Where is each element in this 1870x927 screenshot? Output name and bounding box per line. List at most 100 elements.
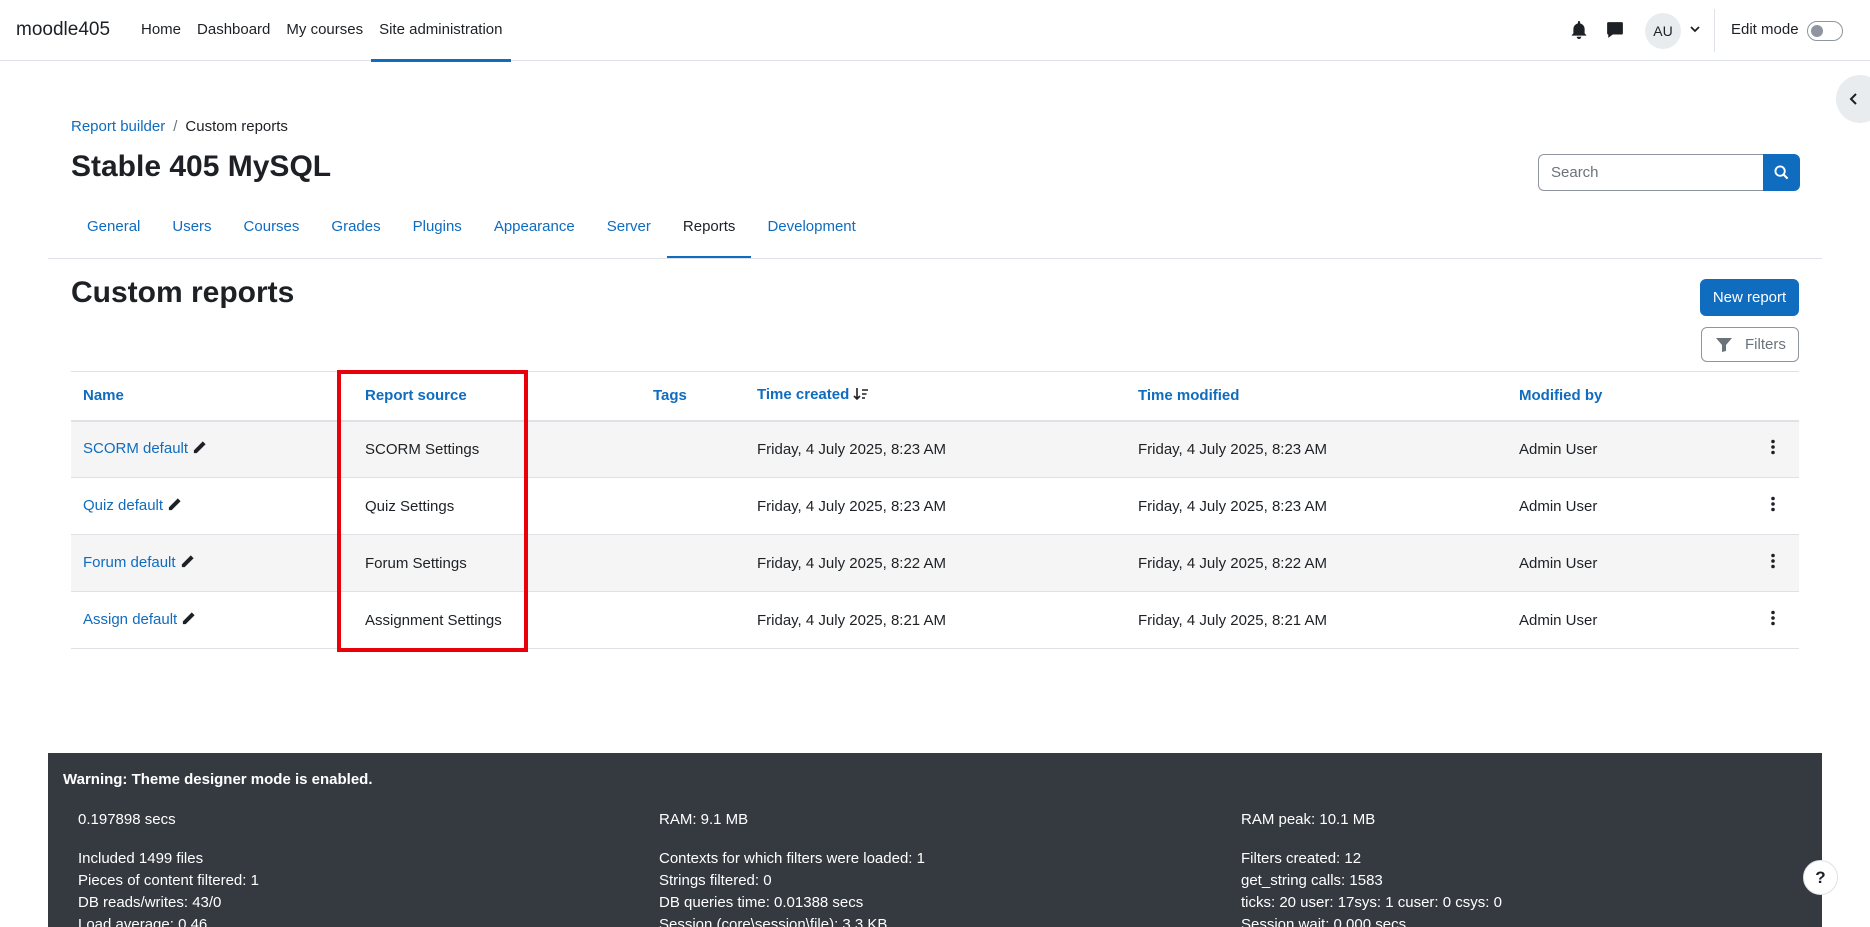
- actions-menu-kebab-icon[interactable]: [1763, 553, 1783, 573]
- user-avatar[interactable]: AU: [1645, 13, 1681, 49]
- actions-menu-kebab-icon[interactable]: [1763, 496, 1783, 516]
- tab-users[interactable]: Users: [156, 210, 227, 259]
- perf-ram-peak: RAM peak: 10.1 MB: [1241, 811, 1376, 828]
- chevron-down-icon[interactable]: [1688, 22, 1702, 36]
- cell-time-modified: Friday, 4 July 2025, 8:21 AM: [1126, 591, 1507, 649]
- edit-pencil-icon[interactable]: [167, 497, 182, 516]
- cell-actions: [1751, 534, 1799, 592]
- tab-appearance[interactable]: Appearance: [478, 210, 591, 259]
- edit-mode-toggle[interactable]: [1807, 21, 1843, 41]
- tab-grades[interactable]: Grades: [315, 210, 396, 259]
- filter-icon: [1716, 338, 1732, 352]
- tab-general[interactable]: General: [71, 210, 156, 259]
- perf-db-reads-writes: DB reads/writes: 43/0: [78, 894, 222, 911]
- messages-chat-icon[interactable]: [1606, 21, 1624, 39]
- report-source-highlight-box: [337, 370, 528, 652]
- perf-contexts-loaded: Contexts for which filters were loaded: …: [659, 850, 925, 867]
- nav-home[interactable]: Home: [133, 0, 189, 61]
- cell-time-modified: Friday, 4 July 2025, 8:23 AM: [1126, 420, 1507, 478]
- report-name-link[interactable]: Quiz default: [83, 497, 163, 514]
- nav-site-administration[interactable]: Site administration: [371, 0, 511, 62]
- column-header-name[interactable]: Name: [71, 371, 353, 422]
- footer-column-1: 0.197898 secs Included 1499 files Pieces…: [78, 809, 259, 927]
- tab-development[interactable]: Development: [751, 210, 871, 259]
- admin-search: [1538, 154, 1800, 191]
- breadcrumb-custom-reports: Custom reports: [185, 118, 288, 135]
- edit-pencil-icon[interactable]: [192, 440, 207, 459]
- column-time-modified-label: Time modified: [1138, 387, 1240, 405]
- report-name-link[interactable]: Assign default: [83, 611, 177, 628]
- secondary-navigation: General Users Courses Grades Plugins App…: [71, 210, 872, 259]
- column-header-time-created[interactable]: Time created: [745, 371, 1126, 422]
- new-report-button[interactable]: New report: [1700, 279, 1799, 316]
- column-header-modified-by[interactable]: Modified by: [1507, 371, 1751, 422]
- cell-time-created: Friday, 4 July 2025, 8:23 AM: [745, 420, 1126, 478]
- page-heading: Custom reports: [71, 276, 295, 309]
- cell-time-created: Friday, 4 July 2025, 8:22 AM: [745, 534, 1126, 592]
- perf-ticks: ticks: 20 user: 17sys: 1 cuser: 0 csys: …: [1241, 894, 1502, 911]
- edit-mode-label: Edit mode: [1731, 21, 1799, 38]
- column-header-tags[interactable]: Tags: [641, 371, 745, 422]
- footer-column-2: RAM: 9.1 MB Contexts for which filters w…: [659, 809, 925, 927]
- perf-db-queries-time: DB queries time: 0.01388 secs: [659, 894, 864, 911]
- actions-menu-kebab-icon[interactable]: [1763, 439, 1783, 459]
- cell-actions: [1751, 420, 1799, 478]
- cell-actions: [1751, 477, 1799, 535]
- cell-modified-by: Admin User: [1507, 591, 1751, 649]
- perf-included-files: Included 1499 files: [78, 850, 204, 867]
- perf-filters-created: Filters created: 12: [1241, 850, 1362, 867]
- cell-time-created: Friday, 4 July 2025, 8:21 AM: [745, 591, 1126, 649]
- tab-server[interactable]: Server: [591, 210, 667, 259]
- footer-column-3: RAM peak: 10.1 MB Filters created: 12 ge…: [1241, 809, 1502, 927]
- search-icon: [1774, 165, 1789, 180]
- cell-time-modified: Friday, 4 July 2025, 8:22 AM: [1126, 534, 1507, 592]
- perf-load-average: Load average: 0.46: [78, 916, 208, 927]
- table-header-row: Name Report source Tags Time created Tim…: [71, 371, 1799, 422]
- nav-my-courses[interactable]: My courses: [278, 0, 371, 61]
- report-name-link[interactable]: Forum default: [83, 554, 176, 571]
- table-row: SCORM default SCORM Settings Friday, 4 J…: [71, 420, 1799, 478]
- table-row: Forum default Forum Settings Friday, 4 J…: [71, 534, 1799, 592]
- tab-courses[interactable]: Courses: [228, 210, 316, 259]
- breadcrumb-report-builder[interactable]: Report builder: [71, 118, 165, 135]
- help-button[interactable]: ?: [1803, 860, 1838, 895]
- search-button[interactable]: [1763, 154, 1800, 191]
- cell-name: Quiz default: [71, 477, 353, 535]
- breadcrumb: Report builder / Custom reports: [71, 118, 288, 135]
- report-name-link[interactable]: SCORM default: [83, 440, 188, 457]
- open-block-drawer-button[interactable]: [1836, 75, 1870, 123]
- perf-session-wait: Session wait: 0.000 secs: [1241, 916, 1407, 927]
- tab-reports[interactable]: Reports: [666, 210, 752, 259]
- perf-content-filtered: Pieces of content filtered: 1: [78, 872, 259, 889]
- column-header-time-modified[interactable]: Time modified: [1126, 371, 1507, 422]
- cell-tags: [641, 591, 745, 649]
- table-row: Quiz default Quiz Settings Friday, 4 Jul…: [71, 477, 1799, 535]
- nav-dashboard[interactable]: Dashboard: [189, 0, 278, 61]
- cell-tags: [641, 420, 745, 478]
- cell-time-created: Friday, 4 July 2025, 8:23 AM: [745, 477, 1126, 535]
- actions-menu-kebab-icon[interactable]: [1763, 610, 1783, 630]
- column-time-created-label: Time created: [757, 386, 850, 404]
- edit-pencil-icon[interactable]: [180, 554, 195, 573]
- cell-tags: [641, 534, 745, 592]
- cell-modified-by: Admin User: [1507, 420, 1751, 478]
- perf-session-size: Session (core\session\file): 3.3 KB: [659, 916, 888, 927]
- edit-pencil-icon[interactable]: [181, 611, 196, 630]
- site-title: Stable 405 MySQL: [71, 150, 332, 183]
- tab-plugins[interactable]: Plugins: [397, 210, 478, 259]
- cell-tags: [641, 477, 745, 535]
- search-input[interactable]: [1538, 154, 1764, 191]
- filters-button[interactable]: Filters: [1701, 327, 1799, 362]
- chevron-left-icon: [1849, 93, 1857, 105]
- notifications-bell-icon[interactable]: [1570, 21, 1588, 39]
- theme-designer-warning: Warning: Theme designer mode is enabled.: [63, 771, 373, 788]
- cell-time-modified: Friday, 4 July 2025, 8:23 AM: [1126, 477, 1507, 535]
- column-header-actions: [1751, 371, 1799, 422]
- cell-name: Assign default: [71, 591, 353, 649]
- column-modified-by-label: Modified by: [1519, 387, 1603, 405]
- cell-actions: [1751, 591, 1799, 649]
- navbar-divider: [1714, 9, 1715, 52]
- perf-strings-filtered: Strings filtered: 0: [659, 872, 772, 889]
- site-brand[interactable]: moodle405: [16, 19, 110, 41]
- toggle-knob: [1811, 25, 1823, 37]
